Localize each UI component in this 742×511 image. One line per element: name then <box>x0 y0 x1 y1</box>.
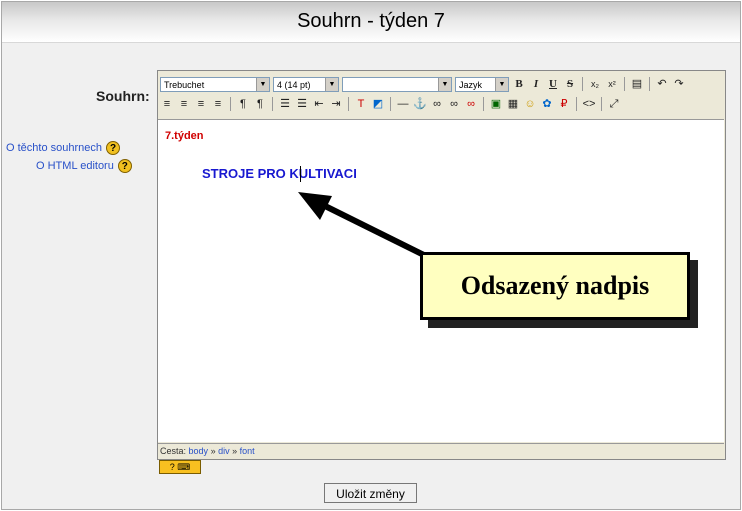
window-frame: Souhrn - týden 7 Souhrn: O těchto souhrn… <box>1 1 741 510</box>
callout-label: Odsazený nadpis <box>420 252 690 320</box>
